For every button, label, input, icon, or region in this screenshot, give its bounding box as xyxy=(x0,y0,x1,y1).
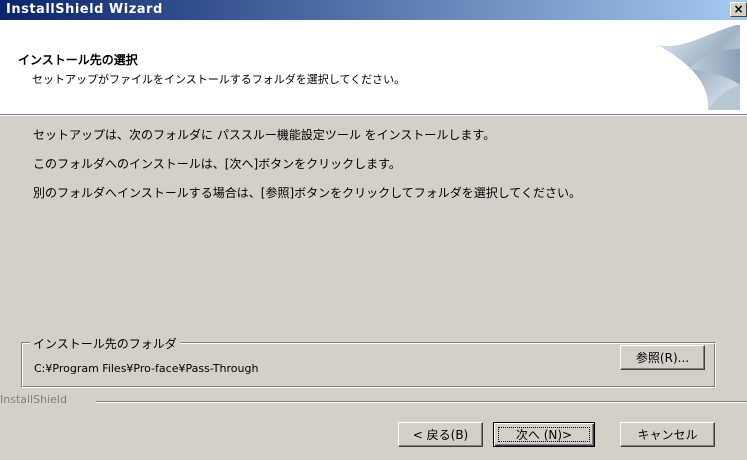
back-button-label: < 戻る(B) xyxy=(412,428,469,442)
page-subtitle: セットアップがファイルをインストールするフォルダを選択してください。 xyxy=(32,73,406,86)
cancel-button-label: キャンセル xyxy=(637,428,698,442)
back-button[interactable]: < 戻る(B) xyxy=(398,422,483,447)
close-button[interactable]: × xyxy=(730,2,747,17)
installshield-wizard-window: InstallShield Wizard × インストール先の選択 セットアップ… xyxy=(0,0,747,460)
header-separator xyxy=(0,115,747,116)
wizard-header: インストール先の選択 セットアップがファイルをインストールするフォルダを選択して… xyxy=(0,20,747,115)
destination-path: C:¥Program Files¥Pro-face¥Pass-Through xyxy=(34,362,259,375)
next-button-label: 次へ (N)> xyxy=(515,428,573,442)
next-button[interactable]: 次へ (N)> xyxy=(493,422,595,447)
browse-button[interactable]: 参照(R)... xyxy=(620,345,705,370)
browse-button-label: 参照(R)... xyxy=(635,351,690,365)
page-title: インストール先の選択 xyxy=(18,53,138,67)
installshield-swoosh-icon xyxy=(658,25,740,110)
info-line-next: このフォルダへのインストールは、[次へ]ボタンをクリックします。 xyxy=(33,157,401,171)
title-bar: InstallShield Wizard × xyxy=(0,0,747,20)
window-title: InstallShield Wizard xyxy=(6,2,163,17)
footer-separator-highlight xyxy=(96,402,747,403)
info-line-destination: セットアップは、次のフォルダに パススルー機能設定ツール をインストールします。 xyxy=(33,128,496,142)
installshield-brand: InstallShield xyxy=(0,393,67,406)
cancel-button[interactable]: キャンセル xyxy=(620,422,715,447)
close-icon: × xyxy=(733,2,744,16)
info-line-browse: 別のフォルダへインストールする場合は、[参照]ボタンをクリックしてフォルダを選択… xyxy=(33,186,582,200)
destination-folder-label: インストール先のフォルダ xyxy=(30,335,180,352)
